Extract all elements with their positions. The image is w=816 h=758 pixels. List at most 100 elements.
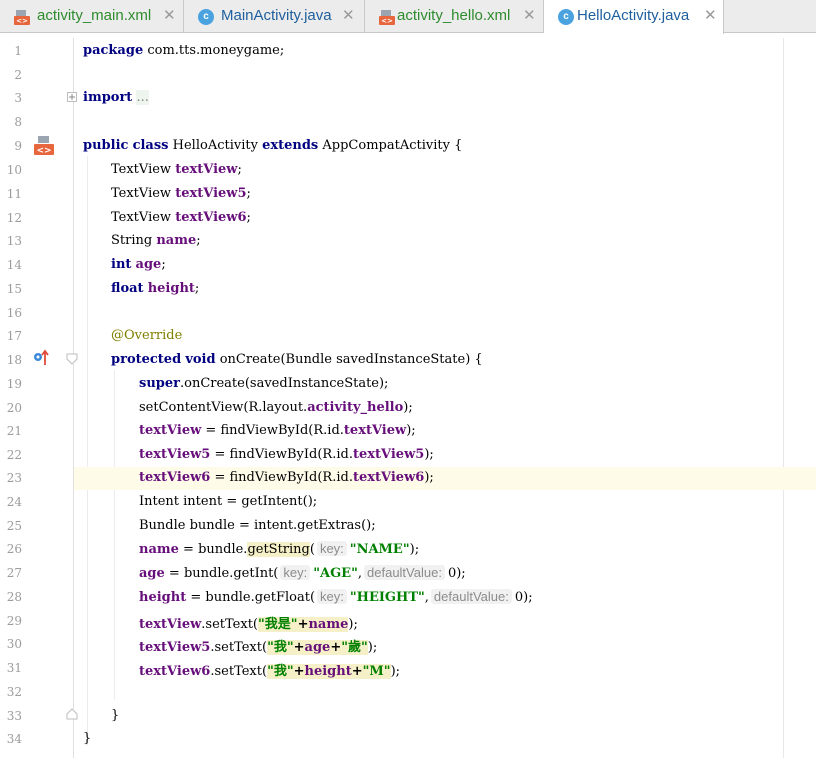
code-line[interactable]: 11 TextView textView5; xyxy=(0,183,816,206)
code-line[interactable]: 18 protected void onCreate(Bundle savedI… xyxy=(0,349,816,372)
code-line[interactable]: 10 TextView textView; xyxy=(0,159,816,182)
code-text: textView5 = findViewById(R.id.textView5)… xyxy=(139,447,434,462)
line-number: 27 xyxy=(6,566,22,580)
code-line[interactable]: 22 textView5 = findViewById(R.id.textVie… xyxy=(0,444,816,467)
code-text: TextView textView6; xyxy=(111,210,251,225)
java-class-icon: c xyxy=(198,9,214,25)
tab-label: HelloActivity.java xyxy=(577,7,690,24)
code-line[interactable]: 28 height = bundle.getFloat(key: "HEIGHT"… xyxy=(0,586,816,609)
tab-activity-hello-xml[interactable]: <> activity_hello.xml ✕ xyxy=(365,0,544,33)
code-text: Intent intent = getIntent(); xyxy=(139,494,318,509)
code-line[interactable]: 30 textView5.setText("我"+age+"歲"); xyxy=(0,633,816,656)
code-line[interactable]: 24 Intent intent = getIntent(); xyxy=(0,491,816,514)
line-number: 32 xyxy=(6,685,22,699)
code-text: } xyxy=(111,708,120,723)
current-code-line[interactable]: textView6 = findViewById(R.id.textView6)… xyxy=(74,467,816,490)
close-icon[interactable]: ✕ xyxy=(163,6,176,24)
code-text: package com.tts.moneygame; xyxy=(83,43,285,58)
xml-file-icon: <> xyxy=(379,9,395,25)
code-line[interactable]: 29 textView.setText("我是"+name); xyxy=(0,610,816,633)
code-line[interactable]: 32 xyxy=(0,681,816,704)
code-line[interactable]: 26 name = bundle.getString(key: "NAME"); xyxy=(0,538,816,561)
line-number: 30 xyxy=(6,637,22,651)
close-icon[interactable]: ✕ xyxy=(342,6,355,24)
line-number: 16 xyxy=(6,306,22,320)
tab-main-activity-java[interactable]: c MainActivity.java ✕ xyxy=(184,0,365,33)
editor-tab-bar: <> activity_main.xml ✕ c MainActivity.ja… xyxy=(0,0,816,34)
line-number: 9 xyxy=(14,139,22,153)
line-number: 29 xyxy=(6,614,22,628)
code-line[interactable]: 20 setContentView(R.layout.activity_hell… xyxy=(0,397,816,420)
xml-file-icon: <> xyxy=(14,9,30,25)
code-line[interactable]: 31 textView6.setText("我"+height+"M"); xyxy=(0,657,816,680)
line-number: 31 xyxy=(6,661,22,675)
code-text: int age; xyxy=(111,257,166,272)
tab-label: MainActivity.java xyxy=(221,7,332,24)
tab-label: activity_hello.xml xyxy=(397,7,511,24)
code-line[interactable]: 13 String name; xyxy=(0,230,816,253)
folded-imports[interactable]: ... xyxy=(136,90,149,105)
code-line[interactable]: 12 TextView textView6; xyxy=(0,207,816,230)
code-line[interactable]: 25 Bundle bundle = intent.getExtras(); xyxy=(0,515,816,538)
code-line[interactable]: 33 } xyxy=(0,705,816,728)
code-line[interactable]: 15 float height; xyxy=(0,278,816,301)
code-text: Bundle bundle = intent.getExtras(); xyxy=(139,518,376,533)
line-number: 14 xyxy=(6,258,22,272)
code-line[interactable]: 17 @Override xyxy=(0,325,816,348)
code-text: String name; xyxy=(111,233,201,248)
code-line[interactable]: 8 xyxy=(0,111,816,134)
code-line[interactable]: 9 <> public class HelloActivity extends … xyxy=(0,135,816,158)
method-highlight: getString xyxy=(247,542,310,557)
line-number: 11 xyxy=(6,187,22,201)
code-line[interactable]: 3 import ... xyxy=(0,87,816,110)
line-number: 24 xyxy=(6,495,22,509)
code-editor[interactable]: 1 package com.tts.moneygame; 2 3 import … xyxy=(0,38,816,758)
code-line[interactable]: 19 super.onCreate(savedInstanceState); xyxy=(0,373,816,396)
code-text: TextView textView5; xyxy=(111,186,251,201)
code-line[interactable]: 14 int age; xyxy=(0,254,816,277)
line-number: 10 xyxy=(6,163,22,177)
code-line[interactable]: 34 } xyxy=(0,728,816,751)
code-line[interactable]: 1 package com.tts.moneygame; xyxy=(0,40,816,63)
code-text: setContentView(R.layout.activity_hello); xyxy=(139,400,413,415)
close-icon[interactable]: ✕ xyxy=(704,6,717,24)
line-number: 28 xyxy=(6,590,22,604)
fold-expand-icon[interactable] xyxy=(67,92,77,102)
line-number: 34 xyxy=(6,732,22,746)
line-number-row: 23 xyxy=(0,467,74,490)
code-text: textView6.setText("我"+height+"M"); xyxy=(139,664,401,679)
fold-end-icon[interactable] xyxy=(66,708,78,720)
code-line[interactable]: 27 age = bundle.getInt(key: "AGE", default… xyxy=(0,562,816,585)
line-number: 20 xyxy=(6,401,22,415)
tab-hello-activity-java[interactable]: c HelloActivity.java ✕ xyxy=(544,0,724,34)
parameter-hint: key: xyxy=(316,541,347,556)
line-number: 17 xyxy=(6,329,22,343)
keyword: package xyxy=(83,43,144,58)
code-text: textView6 = findViewById(R.id.textView6)… xyxy=(139,470,434,485)
tab-label: activity_main.xml xyxy=(37,7,152,24)
parameter-hint: key: xyxy=(280,565,311,580)
override-method-icon[interactable] xyxy=(32,349,50,371)
xml-layout-icon[interactable]: <> xyxy=(33,135,55,161)
line-number: 21 xyxy=(6,424,22,438)
line-number: 15 xyxy=(6,282,22,296)
code-text: } xyxy=(83,731,92,746)
line-number: 23 xyxy=(6,471,22,485)
code-text: protected void onCreate(Bundle savedInst… xyxy=(111,352,483,367)
line-number: 18 xyxy=(6,353,22,367)
svg-text:<>: <> xyxy=(16,17,28,25)
tab-activity-main-xml[interactable]: <> activity_main.xml ✕ xyxy=(0,0,184,33)
code-text: import ... xyxy=(83,90,149,105)
code-line[interactable]: 21 textView = findViewById(R.id.textView… xyxy=(0,420,816,443)
fold-collapse-icon[interactable] xyxy=(66,353,78,365)
code-line[interactable]: 2 xyxy=(0,64,816,87)
code-text: TextView textView; xyxy=(111,162,242,177)
code-text: @Override xyxy=(111,328,182,343)
annotation: @Override xyxy=(111,328,183,343)
line-number: 8 xyxy=(14,115,22,129)
close-icon[interactable]: ✕ xyxy=(523,6,536,24)
line-number: 12 xyxy=(6,211,22,225)
line-number: 25 xyxy=(6,519,22,533)
code-line[interactable]: 16 xyxy=(0,302,816,325)
code-text: textView = findViewById(R.id.textView); xyxy=(139,423,416,438)
